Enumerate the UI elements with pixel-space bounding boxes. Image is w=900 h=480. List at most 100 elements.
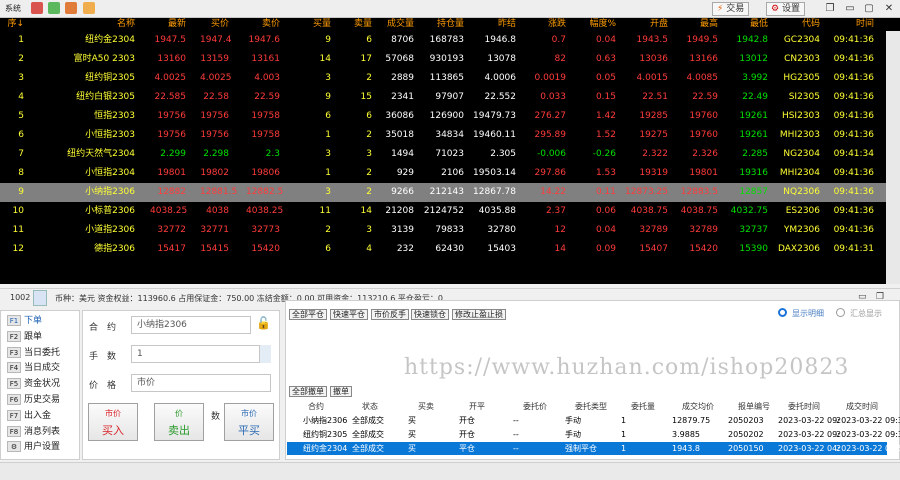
column-header[interactable]: 成交量	[378, 18, 414, 31]
quote-cell-code: CN2303	[784, 54, 820, 64]
nav-item[interactable]: F1 下单	[7, 314, 42, 328]
column-header[interactable]: 最新	[150, 18, 186, 31]
column-header[interactable]: 买价	[200, 18, 229, 31]
order-row[interactable]: 纽约铜2305 全部成交 买 开仓 -- 手动 1 3.9885 2050202 2023-03-…	[287, 428, 900, 441]
order-column-header[interactable]: 开平	[469, 401, 485, 413]
order-column-header[interactable]: 报单编号	[738, 401, 770, 413]
quote-row[interactable]: 3 纽约铜2305 4.0025 4.0025 4.003 3 2 2889 113865 4.0…	[0, 69, 886, 88]
order-column-header[interactable]: 委托量	[631, 401, 655, 413]
trade-button[interactable]: ⚡ 交易	[712, 2, 750, 16]
quote-cell-askv: 3	[366, 225, 372, 235]
nav-item[interactable]: ⚙ 用户设置	[7, 440, 60, 454]
order-column-header[interactable]: 成交均价	[682, 401, 714, 413]
column-header[interactable]: 名称	[40, 18, 135, 31]
order-column-header[interactable]: 买卖	[418, 401, 434, 413]
price-select[interactable]: 市价	[131, 374, 271, 392]
order-column-header[interactable]: 委托价	[523, 401, 547, 413]
position-action-button[interactable]: 市价反手	[371, 309, 409, 320]
nav-item-label: 跟单	[24, 331, 43, 342]
system-menu[interactable]: 系统	[5, 3, 21, 14]
position-action-button[interactable]: 修改止盈止损	[452, 309, 506, 320]
quote-row[interactable]: 4 纽约白银2305 22.585 22.58 22.59 9 15 2341 97907 22.…	[0, 88, 886, 107]
sell-button[interactable]: 价 卖出	[154, 403, 204, 441]
order-column-header[interactable]: 委托类型	[575, 401, 607, 413]
position-action-button[interactable]: 快速锁仓	[411, 309, 449, 320]
nav-item[interactable]: F2 跟单	[7, 330, 42, 344]
nav-item[interactable]: F3 当日委托	[7, 346, 60, 360]
panel-restore-icon[interactable]: ❐	[876, 292, 884, 302]
column-header[interactable]: 幅度%	[576, 18, 616, 31]
column-header[interactable]: 序↓	[0, 18, 24, 31]
column-header[interactable]: 最低	[722, 18, 768, 31]
quote-cell-askv: 2	[366, 168, 372, 178]
quote-cell-prev: 15403	[487, 244, 516, 254]
column-header[interactable]: 时间	[828, 18, 874, 31]
quote-cell-bidv: 14	[319, 54, 331, 64]
nav-item[interactable]: F4 当日成交	[7, 361, 60, 375]
column-header[interactable]: 代码	[776, 18, 820, 31]
position-action-button[interactable]: 快速平仓	[330, 309, 368, 320]
order-action-button[interactable]: 全部撤单	[289, 386, 327, 397]
column-header[interactable]: 涨跌	[522, 18, 566, 31]
house-icon[interactable]	[83, 2, 95, 14]
order-action-button[interactable]: 撤单	[330, 386, 352, 397]
close-icon[interactable]: ✕	[882, 2, 896, 16]
quote-row[interactable]: 2 富时A50 2303 13160 13159 13161 14 17 57068 93019…	[0, 50, 886, 69]
lock-icon[interactable]: 🔓	[256, 316, 271, 330]
quote-row[interactable]: 7 纽约天然气2304 2.299 2.298 2.3 3 3 1494 71023 2.305 -…	[0, 145, 886, 164]
column-header[interactable]: 买量	[300, 18, 331, 31]
quote-cell-vol: 2889	[391, 73, 414, 83]
radio-summary-icon[interactable]	[836, 308, 845, 317]
position-action-button[interactable]: 全部平仓	[289, 309, 327, 320]
maximize-icon[interactable]: ▢	[862, 2, 876, 16]
order-column-header[interactable]: 成交时间	[846, 401, 878, 413]
panel-minimize-icon[interactable]: ▭	[858, 292, 867, 302]
qty-stepper[interactable]	[259, 345, 271, 363]
nav-item[interactable]: F5 资金状况	[7, 377, 60, 391]
quote-cell-idx: 2	[18, 54, 24, 64]
column-header[interactable]: 昨结	[472, 18, 516, 31]
minimize-icon[interactable]: ▭	[843, 2, 857, 16]
column-header[interactable]: 持仓量	[422, 18, 464, 31]
quote-row[interactable]: 10 小标普2306 4038.25 4038 4038.25 11 14 21208 2124…	[0, 202, 886, 221]
settings-button[interactable]: ⚙ 设置	[766, 2, 805, 16]
quote-row[interactable]: 6 小恒指2303 19756 19756 19758 1 2 35018 34834 19460…	[0, 126, 886, 145]
quote-scrollbar[interactable]	[886, 31, 900, 284]
buy-button[interactable]: 市价 买入	[88, 403, 138, 441]
quote-cell-bidv: 3	[325, 149, 331, 159]
quote-row[interactable]: 8 小恒指2304 19801 19802 19806 1 2 929 2106 19503.14…	[0, 164, 886, 183]
column-header[interactable]: 卖价	[246, 18, 280, 31]
order-column-header[interactable]: 合约	[308, 401, 324, 413]
close-position-button[interactable]: 市价 平买	[224, 403, 274, 441]
nav-item[interactable]: F7 出入金	[7, 409, 51, 423]
quote-cell-bid: 4.0025	[200, 73, 232, 83]
order-column-header[interactable]: 委托时间	[788, 401, 820, 413]
quote-cell-vol: 21208	[385, 206, 414, 216]
order-cell-oc: 平仓	[459, 444, 475, 453]
refresh-icon[interactable]	[48, 2, 60, 14]
order-cell-type: 强制平仓	[565, 444, 597, 453]
order-column-header[interactable]: 状态	[362, 401, 378, 413]
column-header[interactable]: 开盘	[624, 18, 668, 31]
column-header[interactable]: 最高	[672, 18, 718, 31]
column-header[interactable]: 卖量	[349, 18, 372, 31]
nav-item[interactable]: F6 历史交易	[7, 393, 60, 407]
order-cell-type: 手动	[565, 416, 581, 425]
order-row[interactable]: 纽约金2304 全部成交 买 平仓 -- 强制平仓 1 1943.8 2050150 2023-0…	[287, 442, 900, 455]
window-icon[interactable]	[65, 2, 77, 14]
quote-row[interactable]: 9 小纳指2306 12882 12881.5 12882.5 3 2 9266 212143 1…	[0, 183, 886, 202]
quote-row[interactable]: 5 恒指2303 19756 19756 19758 6 6 36086 126900 19479…	[0, 107, 886, 126]
contract-select[interactable]: 小纳指2306	[131, 316, 251, 334]
account-spin[interactable]	[33, 290, 47, 306]
home-icon[interactable]	[31, 2, 43, 14]
quote-row[interactable]: 1 纽约金2304 1947.5 1947.4 1947.6 9 6 8706 168783 19…	[0, 31, 886, 50]
quote-row[interactable]: 11 小道指2306 32772 32771 32773 2 3 3139 79833 32780…	[0, 221, 886, 240]
restore-icon[interactable]: ❐	[823, 2, 837, 16]
nav-item[interactable]: F8 消息列表	[7, 425, 60, 439]
quote-cell-last: 19756	[157, 130, 186, 140]
radio-detail-icon[interactable]	[778, 308, 787, 317]
order-row[interactable]: 小纳指2306 全部成交 买 开仓 -- 手动 1 12879.75 2050203 2023-0…	[287, 414, 900, 427]
qty-input[interactable]: 1	[131, 345, 271, 363]
quote-row[interactable]: 12 德指2306 15417 15415 15420 6 4 232 62430 15403 14…	[0, 240, 886, 259]
quote-cell-idx: 5	[18, 111, 24, 121]
